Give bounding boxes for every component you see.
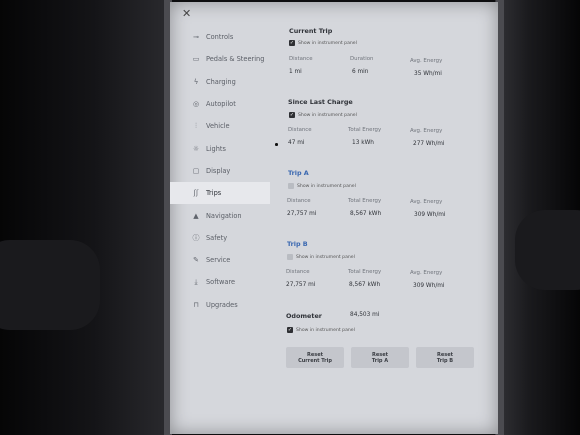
- reset-current-trip-button[interactable]: Reset Current Trip: [286, 347, 344, 368]
- sidebar-item-trips[interactable]: ʃʃ Trips: [170, 182, 270, 205]
- since-charge-distance-label: Distance: [288, 127, 312, 133]
- dashboard-left: [0, 0, 170, 435]
- current-avg-energy-value: 35 Wh/mi: [414, 71, 442, 77]
- odometer-value: 84,503 mi: [350, 312, 380, 318]
- navigation-arrow-icon: ▲: [193, 211, 199, 220]
- car-icon: ▭: [192, 55, 200, 64]
- sidebar-item-vehicle[interactable]: ⫶ Vehicle: [170, 115, 270, 137]
- trip-a-title: Trip A: [288, 169, 309, 177]
- steering-wheel-icon: ◎: [192, 100, 200, 109]
- close-icon[interactable]: ✕: [182, 7, 191, 20]
- odometer-show-toggle[interactable]: ✓ Show in instrument panel: [287, 327, 355, 333]
- current-distance-label: Distance: [289, 56, 313, 62]
- bolt-icon: ϟ: [193, 77, 199, 86]
- sidebar-item-lights[interactable]: ☼ Lights: [170, 137, 270, 159]
- current-distance-value: 1 mi: [289, 69, 302, 75]
- trip-b-energy-label: Total Energy: [348, 269, 382, 275]
- current-trip-show-toggle[interactable]: ✓ Show in instrument panel: [289, 40, 357, 46]
- status-dot: [275, 143, 278, 146]
- current-duration-value: 6 min: [352, 69, 369, 75]
- since-charge-energy-label: Total Energy: [348, 127, 382, 133]
- wrench-icon: ✎: [193, 256, 199, 265]
- settings-sidebar: ⊸ Controls ▭ Pedals & Steering ϟ Charging ◎…: [170, 26, 270, 316]
- sidebar-item-label: Autopilot: [206, 100, 236, 109]
- download-icon: ⤓: [194, 277, 198, 286]
- route-icon: ʃʃ: [193, 189, 199, 198]
- touchscreen: ✕ ⊸ Controls ▭ Pedals & Steering ϟ Charging…: [170, 2, 498, 434]
- sidebar-item-label: Display: [206, 166, 231, 175]
- button-line: Trip B: [436, 357, 454, 364]
- sidebar-item-charging[interactable]: ϟ Charging: [170, 71, 270, 93]
- current-duration-label: Duration: [350, 56, 374, 62]
- checkbox-label: Show in instrument panel: [297, 183, 356, 189]
- checkbox-checked-icon[interactable]: ✓: [289, 112, 295, 118]
- checkbox-checked-icon[interactable]: ✓: [289, 40, 295, 46]
- current-avg-energy-label: Avg. Energy: [410, 58, 443, 64]
- sidebar-item-label: Trips: [206, 189, 222, 198]
- checkbox-unchecked-icon[interactable]: [288, 183, 294, 189]
- display-icon: ▢: [192, 166, 200, 175]
- reset-trip-a-button[interactable]: Reset Trip A: [351, 347, 409, 368]
- since-charge-show-toggle[interactable]: ✓ Show in instrument panel: [289, 112, 357, 118]
- trip-b-avg-value: 309 Wh/mi: [413, 283, 445, 289]
- trip-a-energy-label: Total Energy: [348, 198, 382, 204]
- since-charge-distance-value: 47 mi: [288, 140, 305, 146]
- checkbox-checked-icon[interactable]: ✓: [287, 327, 293, 333]
- sidebar-item-safety[interactable]: ⓘ Safety: [170, 227, 270, 249]
- checkbox-label: Show in instrument panel: [298, 40, 357, 46]
- sidebar-item-autopilot[interactable]: ◎ Autopilot: [170, 93, 270, 115]
- sidebar-item-label: Lights: [206, 144, 226, 153]
- sidebar-item-navigation[interactable]: ▲ Navigation: [170, 204, 270, 226]
- trip-a-avg-label: Avg. Energy: [410, 199, 443, 205]
- checkbox-label: Show in instrument panel: [296, 254, 355, 260]
- trip-b-avg-label: Avg. Energy: [410, 270, 443, 276]
- since-charge-title: Since Last Charge: [288, 98, 353, 106]
- sidebar-item-label: Safety: [206, 233, 228, 242]
- sidebar-item-label: Upgrades: [206, 300, 238, 309]
- bulb-icon: ☼: [192, 144, 200, 153]
- sidebar-item-label: Service: [206, 256, 231, 265]
- checkbox-label: Show in instrument panel: [296, 327, 355, 333]
- odometer-title: Odometer: [286, 312, 322, 320]
- reset-trip-b-button[interactable]: Reset Trip B: [416, 347, 474, 368]
- bag-icon: ⊓: [193, 300, 199, 309]
- sliders-icon: ⫶: [195, 121, 197, 130]
- sidebar-item-label: Software: [206, 278, 236, 287]
- checkbox-label: Show in instrument panel: [298, 112, 357, 118]
- trip-a-avg-value: 309 Wh/mi: [414, 212, 446, 218]
- current-trip-title: Current Trip: [289, 27, 333, 35]
- safety-icon: ⓘ: [192, 233, 200, 242]
- sidebar-item-label: Pedals & Steering: [206, 55, 265, 64]
- right-vent: [515, 210, 580, 290]
- sidebar-item-display[interactable]: ▢ Display: [170, 160, 270, 182]
- sidebar-item-pedals-steering[interactable]: ▭ Pedals & Steering: [170, 48, 270, 70]
- button-line: Current Trip: [298, 357, 332, 364]
- sidebar-item-software[interactable]: ⤓ Software: [170, 271, 270, 293]
- sidebar-item-service[interactable]: ✎ Service: [170, 249, 270, 271]
- trip-b-show-toggle[interactable]: Show in instrument panel: [287, 254, 355, 260]
- left-vent: [0, 240, 100, 330]
- toggle-icon: ⊸: [193, 33, 199, 42]
- trip-a-distance-value: 27,757 mi: [287, 211, 317, 217]
- trip-b-distance-label: Distance: [286, 269, 310, 275]
- trip-a-energy-value: 8,567 kWh: [350, 211, 382, 217]
- sidebar-item-controls[interactable]: ⊸ Controls: [170, 26, 270, 48]
- since-charge-energy-value: 13 kWh: [352, 140, 374, 146]
- sidebar-item-label: Controls: [206, 33, 234, 42]
- button-line: Trip A: [371, 357, 389, 364]
- since-charge-avg-label: Avg. Energy: [410, 128, 443, 134]
- since-charge-avg-value: 277 Wh/mi: [413, 141, 445, 147]
- sidebar-item-label: Navigation: [206, 211, 242, 220]
- checkbox-unchecked-icon[interactable]: [287, 254, 293, 260]
- trip-a-distance-label: Distance: [287, 198, 311, 204]
- trip-a-show-toggle[interactable]: Show in instrument panel: [288, 183, 356, 189]
- trip-b-energy-value: 8,567 kWh: [349, 282, 381, 288]
- trip-b-title: Trip B: [287, 240, 308, 248]
- trip-b-distance-value: 27,757 mi: [286, 282, 316, 288]
- sidebar-item-label: Vehicle: [206, 122, 230, 131]
- sidebar-item-label: Charging: [206, 77, 236, 86]
- sidebar-item-upgrades[interactable]: ⊓ Upgrades: [170, 294, 270, 316]
